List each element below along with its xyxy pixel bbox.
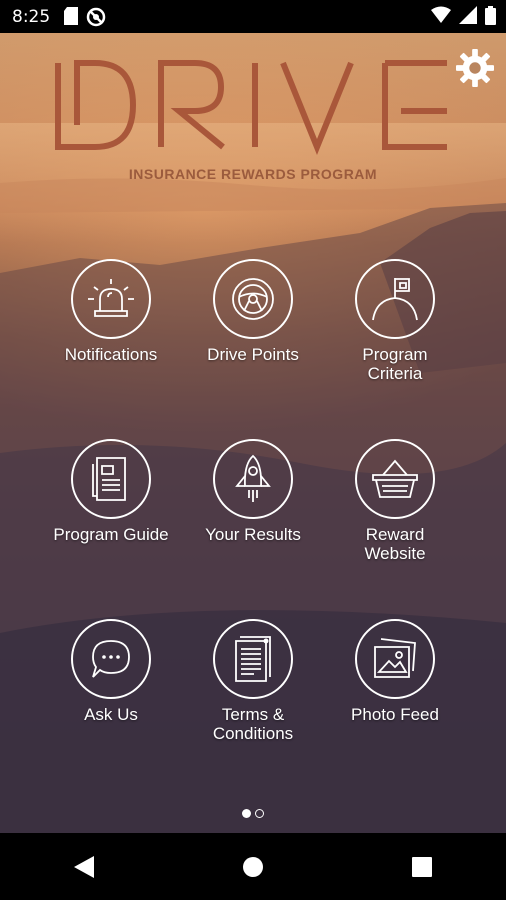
rocket-icon [235,454,271,502]
tile-label: Ask Us [84,705,138,724]
menu-item-program-guide[interactable]: Program Guide [41,439,181,544]
status-time: 8:25 [12,6,51,27]
menu-item-notifications[interactable]: Notifications [41,259,181,364]
recents-button[interactable] [392,837,452,897]
tile-label: Your Results [205,525,301,544]
summit-flag-icon [372,278,418,321]
signal-icon [459,6,477,24]
wifi-icon [431,6,451,23]
tile-label: Photo Feed [351,705,439,724]
back-icon [74,855,95,878]
page-dot-2[interactable] [255,809,264,818]
gear-icon[interactable] [456,49,494,87]
menu-item-photo-feed[interactable]: Photo Feed [325,619,465,724]
tile-label: Drive Points [207,345,299,364]
navigation-bar [0,833,506,900]
steering-wheel-icon [232,278,274,320]
document-icon [235,636,271,682]
recents-icon [411,856,432,877]
chat-bubble-icon [92,640,130,678]
tile-label: Terms & Conditions [212,705,294,743]
page-indicator [0,809,506,818]
tile-label: Program Criteria [362,345,428,383]
back-button[interactable] [54,837,114,897]
menu-item-ask-us[interactable]: Ask Us [41,619,181,724]
battery-icon [485,6,496,25]
status-bar: 8:25 [0,0,506,33]
home-screen: INSURANCE REWARDS PROGRAM Notifications … [0,33,506,833]
sd-card-icon [64,6,79,25]
menu-item-reward-website[interactable]: Reward Website [325,439,465,563]
photos-icon [374,638,416,678]
menu-item-terms-conditions[interactable]: Terms & Conditions [183,619,323,743]
home-icon [242,856,263,877]
guide-book-icon [92,457,126,501]
home-button[interactable] [223,837,283,897]
tile-label: Program Guide [53,525,169,544]
tile-label: Notifications [64,345,158,364]
no-sync-icon [86,7,106,26]
siren-icon [88,279,134,317]
menu-item-drive-points[interactable]: Drive Points [183,259,323,364]
tagline: INSURANCE REWARDS PROGRAM [128,166,378,182]
menu-item-your-results[interactable]: Your Results [183,439,323,544]
menu-item-program-criteria[interactable]: Program Criteria [325,259,465,383]
page-dot-1[interactable] [242,809,251,818]
drive-logo [55,60,447,155]
basket-icon [372,459,418,498]
tile-label: Reward Website [364,525,426,563]
